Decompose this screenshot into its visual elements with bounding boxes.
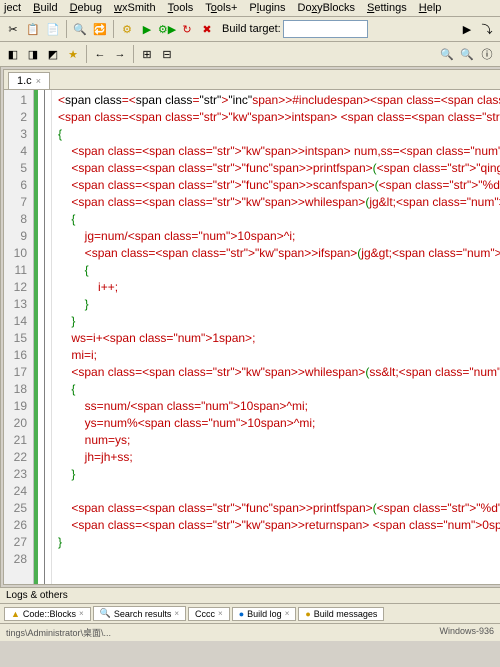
copy-icon[interactable]: 📋: [24, 20, 42, 38]
build-run-icon[interactable]: ⚙▶: [158, 20, 176, 38]
separator: [66, 20, 67, 38]
paste-icon[interactable]: 📄: [44, 20, 62, 38]
menu-help[interactable]: Help: [419, 2, 442, 14]
logs-tabs: ▲Code::Blocks× 🔍Search results× Cccc× ●B…: [0, 604, 500, 623]
find-icon[interactable]: 🔍: [71, 20, 89, 38]
separator: [133, 45, 134, 63]
close-icon[interactable]: ×: [79, 609, 84, 618]
log-icon: ●: [239, 609, 244, 619]
workspace: 1.c × 1234567891011121314151617181920212…: [0, 67, 500, 587]
menu-bar: ject Build Debug wxSmith Tools Tools+ Pl…: [0, 0, 500, 17]
sidebar: [0, 67, 1, 587]
menu-toolsplus[interactable]: Tools+: [205, 2, 237, 14]
separator: [113, 20, 114, 38]
toolbar-main: ✂ 📋 📄 🔍 🔁 ⚙ ▶ ⚙▶ ↻ ✖ Build target: ▶ ⤵: [0, 17, 500, 42]
menu-doxyblocks[interactable]: DoxyBlocks: [298, 2, 355, 14]
info-icon[interactable]: ⓘ: [478, 45, 496, 63]
menu-settings[interactable]: Settings: [367, 2, 407, 14]
rebuild-icon[interactable]: ↻: [178, 20, 196, 38]
menu-wxsmith[interactable]: wxSmith: [114, 2, 156, 14]
log-tab-buildlog[interactable]: ●Build log×: [232, 607, 297, 621]
fold-column: [38, 90, 52, 584]
warn-icon: ▲: [11, 609, 20, 619]
cut-icon[interactable]: ✂: [4, 20, 22, 38]
msg-icon: ●: [305, 609, 310, 619]
close-icon[interactable]: ×: [218, 609, 223, 618]
close-icon[interactable]: ×: [285, 609, 290, 618]
debug-continue-icon[interactable]: ▶: [458, 20, 476, 38]
code-editor[interactable]: 1234567891011121314151617181920212223242…: [4, 90, 500, 584]
zoom-icon[interactable]: 🔍: [438, 45, 456, 63]
close-icon[interactable]: ×: [174, 609, 179, 618]
build-icon[interactable]: ⚙: [118, 20, 136, 38]
tab-label: 1.c: [17, 75, 32, 87]
menu-plugins[interactable]: Plugins: [249, 2, 285, 14]
run-icon[interactable]: ▶: [138, 20, 156, 38]
tool-icon[interactable]: ⊞: [138, 45, 156, 63]
replace-icon[interactable]: 🔁: [91, 20, 109, 38]
abort-icon[interactable]: ✖: [198, 20, 216, 38]
tool-icon[interactable]: ◩: [44, 45, 62, 63]
status-encoding: Windows-936: [439, 626, 494, 639]
line-gutter: 1234567891011121314151617181920212223242…: [4, 90, 34, 584]
tool-icon[interactable]: ⊟: [158, 45, 176, 63]
tab-file[interactable]: 1.c ×: [8, 72, 50, 89]
separator: [86, 45, 87, 63]
status-bar: tings\Administrator\桌面\... Windows-936: [0, 623, 500, 641]
forward-icon[interactable]: →: [111, 45, 129, 63]
tool-icon[interactable]: ★: [64, 45, 82, 63]
log-tab-codeblocks[interactable]: ▲Code::Blocks×: [4, 607, 91, 621]
back-icon[interactable]: ←: [91, 45, 109, 63]
status-path: tings\Administrator\桌面\...: [6, 626, 111, 639]
log-tab-search[interactable]: 🔍Search results×: [93, 606, 186, 621]
menu-project[interactable]: ject: [4, 2, 21, 14]
editor-area: 1.c × 1234567891011121314151617181920212…: [3, 69, 500, 585]
build-target-label: Build target:: [222, 23, 281, 35]
log-tab-buildmsg[interactable]: ●Build messages: [298, 607, 384, 621]
menu-debug[interactable]: Debug: [70, 2, 102, 14]
tab-close-icon[interactable]: ×: [36, 76, 41, 86]
tool-icon[interactable]: ◨: [24, 45, 42, 63]
logs-header: Logs & others: [0, 588, 500, 604]
zoom-icon[interactable]: 🔍: [458, 45, 476, 63]
tab-bar: 1.c ×: [4, 70, 500, 90]
menu-build[interactable]: Build: [33, 2, 57, 14]
menu-tools[interactable]: Tools: [168, 2, 194, 14]
bottom-panel: Logs & others ▲Code::Blocks× 🔍Search res…: [0, 587, 500, 623]
build-target-select[interactable]: [283, 20, 368, 38]
tool-icon[interactable]: ◧: [4, 45, 22, 63]
search-icon: 🔍: [100, 608, 111, 619]
code-lines[interactable]: <span class=<span class="str">"inc"span>…: [52, 90, 500, 584]
toolbar-secondary: ◧ ◨ ◩ ★ ← → ⊞ ⊟ 🔍 🔍 ⓘ: [0, 42, 500, 67]
log-tab-cccc[interactable]: Cccc×: [188, 607, 230, 621]
debug-step-icon[interactable]: ⤵: [478, 20, 496, 38]
